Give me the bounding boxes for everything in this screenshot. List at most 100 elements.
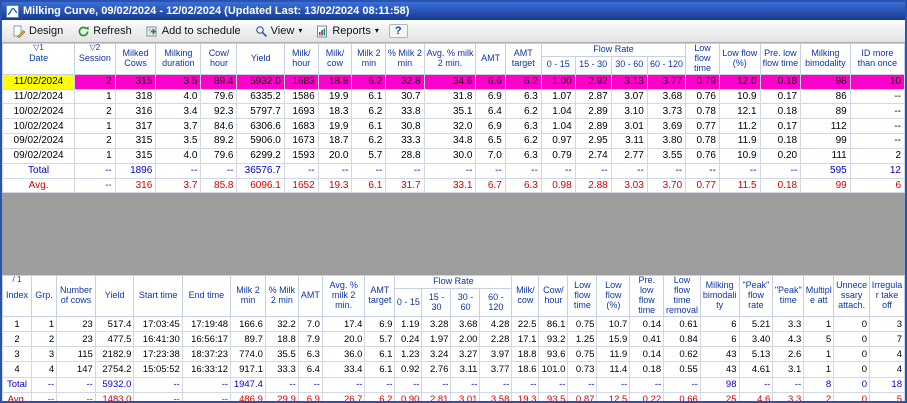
cell[interactable]: 0.76 bbox=[686, 148, 720, 163]
table-row[interactable]: 1123517.417:03:4517:19:48166.632.27.017.… bbox=[3, 317, 905, 332]
cell[interactable]: 6.2 bbox=[352, 104, 386, 119]
cell[interactable]: 0.78 bbox=[686, 104, 720, 119]
cell[interactable]: 11.4 bbox=[597, 362, 630, 377]
cell[interactable]: 4.3 bbox=[773, 332, 804, 347]
cell[interactable]: 33.8 bbox=[386, 104, 424, 119]
cell[interactable]: 18.7 bbox=[318, 134, 352, 149]
cell[interactable]: 0.92 bbox=[395, 362, 422, 377]
column-header[interactable]: ▽2Session bbox=[75, 44, 116, 75]
cell[interactable]: 20.0 bbox=[322, 332, 365, 347]
cell[interactable]: 3.80 bbox=[647, 134, 685, 149]
cell[interactable]: 3.27 bbox=[451, 347, 480, 362]
column-header[interactable]: AMT target bbox=[505, 44, 541, 75]
column-header[interactable]: Pre. low flow time bbox=[630, 276, 664, 317]
cell[interactable]: 31.8 bbox=[424, 89, 476, 104]
cell[interactable]: 1.19 bbox=[395, 317, 422, 332]
column-header[interactable]: Milking bimodality bbox=[700, 276, 739, 317]
cell[interactable]: 17:19:48 bbox=[182, 317, 230, 332]
cell[interactable]: 3.3 bbox=[773, 317, 804, 332]
cell[interactable]: 20.0 bbox=[318, 148, 352, 163]
column-header[interactable]: 0 - 15 bbox=[541, 57, 575, 75]
column-header[interactable]: Unnecessary attach. bbox=[834, 276, 870, 317]
table-row[interactable]: 09/02/202413154.079.66299.2159320.05.728… bbox=[3, 148, 905, 163]
cell[interactable]: 4.61 bbox=[739, 362, 773, 377]
cell[interactable]: 315 bbox=[115, 74, 156, 89]
cell[interactable]: 15.9 bbox=[597, 332, 630, 347]
column-header[interactable]: Avg. % milk 2 min. bbox=[322, 276, 365, 317]
column-header[interactable]: ID more than once bbox=[850, 44, 904, 75]
cell[interactable]: 2.92 bbox=[575, 74, 611, 89]
cell[interactable]: 93.6 bbox=[539, 347, 568, 362]
cell[interactable]: 6.4 bbox=[476, 104, 505, 119]
cell[interactable]: 09/02/2024 bbox=[3, 148, 75, 163]
cell[interactable]: 3.5 bbox=[156, 74, 201, 89]
cell[interactable]: 111 bbox=[801, 148, 851, 163]
cell[interactable]: 32.2 bbox=[265, 317, 298, 332]
cell[interactable]: 0.75 bbox=[568, 347, 597, 362]
column-header[interactable]: 15 - 30 bbox=[422, 289, 451, 317]
cell[interactable]: 30.7 bbox=[386, 89, 424, 104]
column-header[interactable]: Low flow (%) bbox=[597, 276, 630, 317]
cell[interactable]: 4.28 bbox=[480, 317, 512, 332]
cell[interactable]: 6.1 bbox=[352, 119, 386, 134]
cell[interactable]: 3.77 bbox=[647, 74, 685, 89]
cell[interactable]: 6.2 bbox=[352, 134, 386, 149]
cell[interactable]: 4 bbox=[3, 362, 32, 377]
cell[interactable]: 0.79 bbox=[686, 74, 720, 89]
column-header[interactable]: AMT target bbox=[365, 276, 395, 317]
cell[interactable]: 2.77 bbox=[611, 148, 647, 163]
cell[interactable]: 3.28 bbox=[422, 317, 451, 332]
cell[interactable]: 0.18 bbox=[760, 134, 801, 149]
cell[interactable]: 12.1 bbox=[719, 104, 760, 119]
cell[interactable]: 3 bbox=[32, 347, 57, 362]
cell[interactable]: 4.0 bbox=[156, 89, 201, 104]
cell[interactable]: 0.97 bbox=[541, 134, 575, 149]
column-header[interactable]: % Milk 2 min bbox=[265, 276, 298, 317]
column-header[interactable]: Low flow time bbox=[568, 276, 597, 317]
cell[interactable]: 6.9 bbox=[476, 119, 505, 134]
refresh-button[interactable]: Refresh bbox=[71, 23, 138, 40]
cell[interactable]: 4.0 bbox=[156, 148, 201, 163]
cell[interactable]: 32.8 bbox=[386, 74, 424, 89]
cell[interactable]: 315 bbox=[115, 134, 156, 149]
cell[interactable]: 774.0 bbox=[231, 347, 266, 362]
column-header[interactable]: Pre. low flow time bbox=[760, 44, 801, 75]
cell[interactable]: 17:03:45 bbox=[134, 317, 182, 332]
cell[interactable]: 0.73 bbox=[568, 362, 597, 377]
cell[interactable]: 98 bbox=[801, 74, 851, 89]
column-header[interactable]: Low flow time removal bbox=[664, 276, 701, 317]
design-button[interactable]: Design bbox=[7, 23, 69, 40]
cell[interactable]: 0.18 bbox=[630, 362, 664, 377]
cell[interactable]: 1593 bbox=[284, 148, 318, 163]
cell[interactable]: 6.2 bbox=[505, 74, 541, 89]
cell[interactable]: 18.8 bbox=[265, 332, 298, 347]
column-header[interactable]: / 1Index bbox=[3, 276, 32, 317]
cell[interactable]: 28.8 bbox=[386, 148, 424, 163]
column-header[interactable]: End time bbox=[182, 276, 230, 317]
column-header[interactable]: Start time bbox=[134, 276, 182, 317]
column-header[interactable]: 30 - 60 bbox=[611, 57, 647, 75]
cell[interactable]: 19.9 bbox=[318, 119, 352, 134]
cell[interactable]: 6.2 bbox=[505, 104, 541, 119]
column-header[interactable]: Milking bimodality bbox=[801, 44, 851, 75]
table-row[interactable]: 10/02/202413173.784.66306.6168319.96.130… bbox=[3, 119, 905, 134]
cell[interactable]: -- bbox=[850, 104, 904, 119]
column-header[interactable]: 30 - 60 bbox=[451, 289, 480, 317]
column-header[interactable]: "Peak" flow rate bbox=[739, 276, 773, 317]
cell[interactable]: 2.89 bbox=[575, 104, 611, 119]
cell[interactable]: 5.7 bbox=[352, 148, 386, 163]
column-header[interactable]: Milk/ hour bbox=[284, 44, 318, 75]
column-header[interactable]: Low flow time bbox=[686, 44, 720, 75]
cell[interactable]: 3.40 bbox=[739, 332, 773, 347]
cell[interactable]: 477.5 bbox=[95, 332, 134, 347]
cell[interactable]: 18.3 bbox=[318, 104, 352, 119]
cell[interactable]: 0.77 bbox=[686, 119, 720, 134]
cell[interactable]: 5.13 bbox=[739, 347, 773, 362]
cell[interactable]: 1683 bbox=[284, 119, 318, 134]
cell[interactable]: 2182.9 bbox=[95, 347, 134, 362]
cell[interactable]: 0.14 bbox=[630, 317, 664, 332]
cell[interactable]: 316 bbox=[115, 104, 156, 119]
cell[interactable]: 43 bbox=[700, 362, 739, 377]
cell[interactable]: 93.2 bbox=[539, 332, 568, 347]
cell[interactable]: 6.5 bbox=[476, 134, 505, 149]
